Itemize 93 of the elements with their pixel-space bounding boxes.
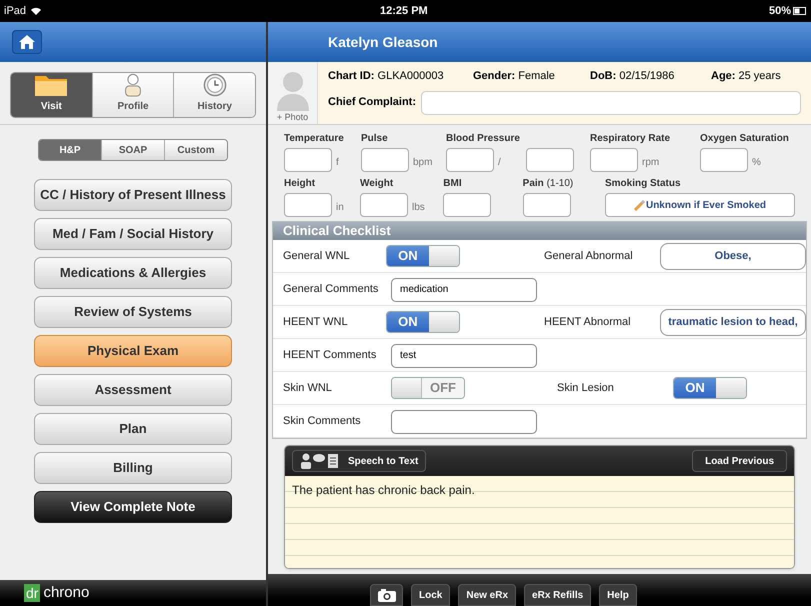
field-label: Height xyxy=(284,177,316,191)
note-text: The patient has chronic back pain. xyxy=(292,483,475,497)
chief-complaint-field[interactable] xyxy=(421,90,801,114)
field-label: Weight xyxy=(360,177,394,191)
field-label: Skin Lesion xyxy=(557,380,615,396)
field-label: Temperature xyxy=(284,132,345,146)
home-icon xyxy=(19,35,35,49)
photo-placeholder[interactable]: + Photo xyxy=(268,62,318,124)
device-label: iPad xyxy=(4,4,26,19)
field-label: Oxygen Saturation xyxy=(700,132,789,146)
unit-label: rpm xyxy=(642,156,660,170)
person-icon xyxy=(122,73,144,97)
unit-label: f xyxy=(336,156,340,170)
field-label: Pain (1-10) xyxy=(522,177,574,191)
section-button[interactable]: Medications & Allergies xyxy=(34,257,232,289)
field-label: BMI xyxy=(443,177,463,191)
speech-icon xyxy=(300,453,340,469)
section-button[interactable]: Physical Exam xyxy=(34,335,232,367)
field-label: Skin WNL xyxy=(283,380,333,396)
patient-name: Katelyn Gleason xyxy=(328,32,438,52)
vital-field[interactable] xyxy=(522,193,571,217)
top-tab[interactable]: History xyxy=(173,73,255,117)
field-label: Skin Comments xyxy=(283,414,362,429)
note-type-tab[interactable]: Custom xyxy=(164,140,227,160)
field-label: HEENT Abnormal xyxy=(544,314,632,330)
field-label: Respiratory Rate xyxy=(590,132,672,146)
section-button[interactable]: Plan xyxy=(34,413,232,445)
patient-field: Age: 25 years xyxy=(711,68,781,84)
unit-label: / xyxy=(498,156,502,170)
field-label: HEENT WNL xyxy=(283,314,349,330)
toolbar-button[interactable]: eRx Refills xyxy=(524,584,592,606)
field-label: General WNL xyxy=(283,248,351,264)
cigarette-icon xyxy=(634,199,646,211)
vital-field[interactable] xyxy=(700,148,748,172)
vital-field[interactable] xyxy=(284,148,332,172)
wifi-icon xyxy=(30,6,42,16)
camera-button[interactable] xyxy=(370,584,403,606)
toolbar-button[interactable]: New eRx xyxy=(458,584,516,606)
field-label: Smoking Status xyxy=(604,177,682,191)
patient-field: DoB: 02/15/1986 xyxy=(590,68,711,84)
section-button[interactable]: CC / History of Present Illness xyxy=(34,179,232,211)
battery-icon xyxy=(793,7,807,15)
view-complete-note-button[interactable]: View Complete Note xyxy=(34,491,232,523)
speech-to-text-button[interactable]: Speech to Text xyxy=(292,450,426,472)
unit-label: in xyxy=(336,201,345,215)
top-tab[interactable]: Visit xyxy=(11,73,92,117)
picker-field[interactable]: Obese, xyxy=(660,242,806,270)
patient-field: Gender: Female xyxy=(473,68,590,84)
camera-icon xyxy=(378,588,396,602)
section-button[interactable]: Review of Systems xyxy=(34,296,232,328)
field-label: Pulse xyxy=(361,132,389,146)
field-label: HEENT Comments xyxy=(283,348,378,363)
smoking-status-field[interactable]: Unknown if Ever Smoked xyxy=(604,193,795,217)
section-button[interactable]: Billing xyxy=(34,452,232,484)
unit-label: lbs xyxy=(412,201,426,215)
battery-percent: 50% xyxy=(768,4,791,19)
vital-field[interactable] xyxy=(443,193,492,217)
field-label: Chief Complaint: xyxy=(328,95,416,110)
logo-text: chrono xyxy=(43,582,90,603)
section-button[interactable]: Assessment xyxy=(34,374,232,406)
top-tab[interactable]: Profile xyxy=(92,73,174,117)
comment-field[interactable]: test xyxy=(391,344,537,368)
note-type-tab[interactable]: H&P xyxy=(39,140,101,160)
photo-label: + Photo xyxy=(276,110,308,124)
comment-field[interactable]: medication xyxy=(391,278,537,302)
comment-field[interactable] xyxy=(391,410,537,434)
note-type-tab[interactable]: SOAP xyxy=(101,140,164,160)
section-button[interactable]: Med / Fam / Social History xyxy=(34,218,232,250)
vital-field[interactable] xyxy=(284,193,332,217)
patient-field: Chart ID: GLKA000003 xyxy=(328,68,473,84)
vital-field[interactable] xyxy=(361,148,409,172)
section-header: Clinical Checklist xyxy=(273,222,806,240)
notes-area[interactable]: The patient has chronic back pain. xyxy=(285,476,794,568)
toggle-switch[interactable]: ON xyxy=(386,245,460,267)
toggle-switch[interactable]: ON xyxy=(673,377,747,399)
toolbar-button[interactable]: Help xyxy=(599,584,637,606)
picker-field[interactable]: traumatic lesion to head, xyxy=(660,308,806,336)
unit-label: % xyxy=(752,156,762,170)
vital-field[interactable] xyxy=(360,193,408,217)
folder-icon xyxy=(34,73,68,97)
load-previous-button[interactable]: Load Previous xyxy=(692,450,787,472)
logo-mark: dr xyxy=(24,584,40,602)
field-label: General Abnormal xyxy=(544,248,634,264)
vital-field[interactable] xyxy=(590,148,638,172)
toggle-switch[interactable]: ON xyxy=(386,311,460,333)
home-button[interactable] xyxy=(12,30,42,54)
field-label: General Comments xyxy=(283,282,380,297)
clock-time: 12:25 PM xyxy=(380,4,428,19)
vital-field[interactable] xyxy=(526,148,574,172)
field-label: Blood Pressure xyxy=(446,132,521,146)
vital-field[interactable] xyxy=(446,148,494,172)
toolbar-button[interactable]: Lock xyxy=(411,584,450,606)
unit-label: bpm xyxy=(413,156,434,170)
